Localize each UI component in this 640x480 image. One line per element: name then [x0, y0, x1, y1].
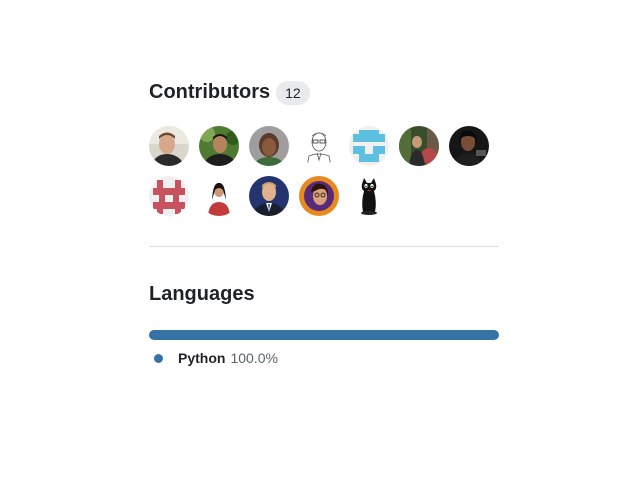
languages-title: Languages [149, 283, 255, 305]
section-divider [149, 246, 499, 247]
contributors-count-badge: 12 [276, 81, 310, 105]
language-percent: 100.0% [230, 350, 278, 366]
contributors-heading: Contributors 12 [149, 78, 499, 106]
avatar-icon [149, 126, 189, 166]
language-color-dot [154, 353, 163, 363]
avatar-icon [249, 126, 289, 166]
contributor-avatar-10[interactable] [249, 176, 289, 216]
contributor-avatar-1[interactable] [149, 126, 189, 166]
contributor-avatar-5[interactable] [349, 126, 389, 166]
avatar-icon [399, 126, 439, 166]
language-bar-segment-python[interactable] [149, 330, 499, 340]
sidebar-panel: Contributors 12 Languages Python 100.0% [149, 78, 499, 366]
avatar-icon [449, 126, 489, 166]
language-name: Python [178, 350, 226, 366]
identicon [149, 176, 189, 216]
contributor-avatar-9[interactable] [199, 176, 239, 216]
avatar-icon [199, 126, 239, 166]
contributors-avatar-list [149, 126, 509, 226]
contributor-avatar-7[interactable] [449, 126, 489, 166]
contributor-avatar-3[interactable] [249, 126, 289, 166]
avatar-icon [199, 176, 239, 216]
cat-icon [349, 176, 389, 216]
language-progress-bar [149, 330, 499, 340]
avatar-icon [299, 126, 339, 166]
avatar-icon [249, 176, 289, 216]
contributor-avatar-11[interactable] [299, 176, 339, 216]
contributor-avatar-2[interactable] [199, 126, 239, 166]
contributor-avatar-6[interactable] [399, 126, 439, 166]
identicon [349, 126, 389, 166]
contributor-avatar-4[interactable] [299, 126, 339, 166]
avatar-icon [299, 176, 339, 216]
contributors-title[interactable]: Contributors [149, 79, 270, 105]
language-legend-item[interactable]: Python 100.0% [149, 350, 499, 366]
contributor-avatar-8[interactable] [149, 176, 189, 216]
contributor-avatar-12[interactable] [349, 176, 389, 216]
